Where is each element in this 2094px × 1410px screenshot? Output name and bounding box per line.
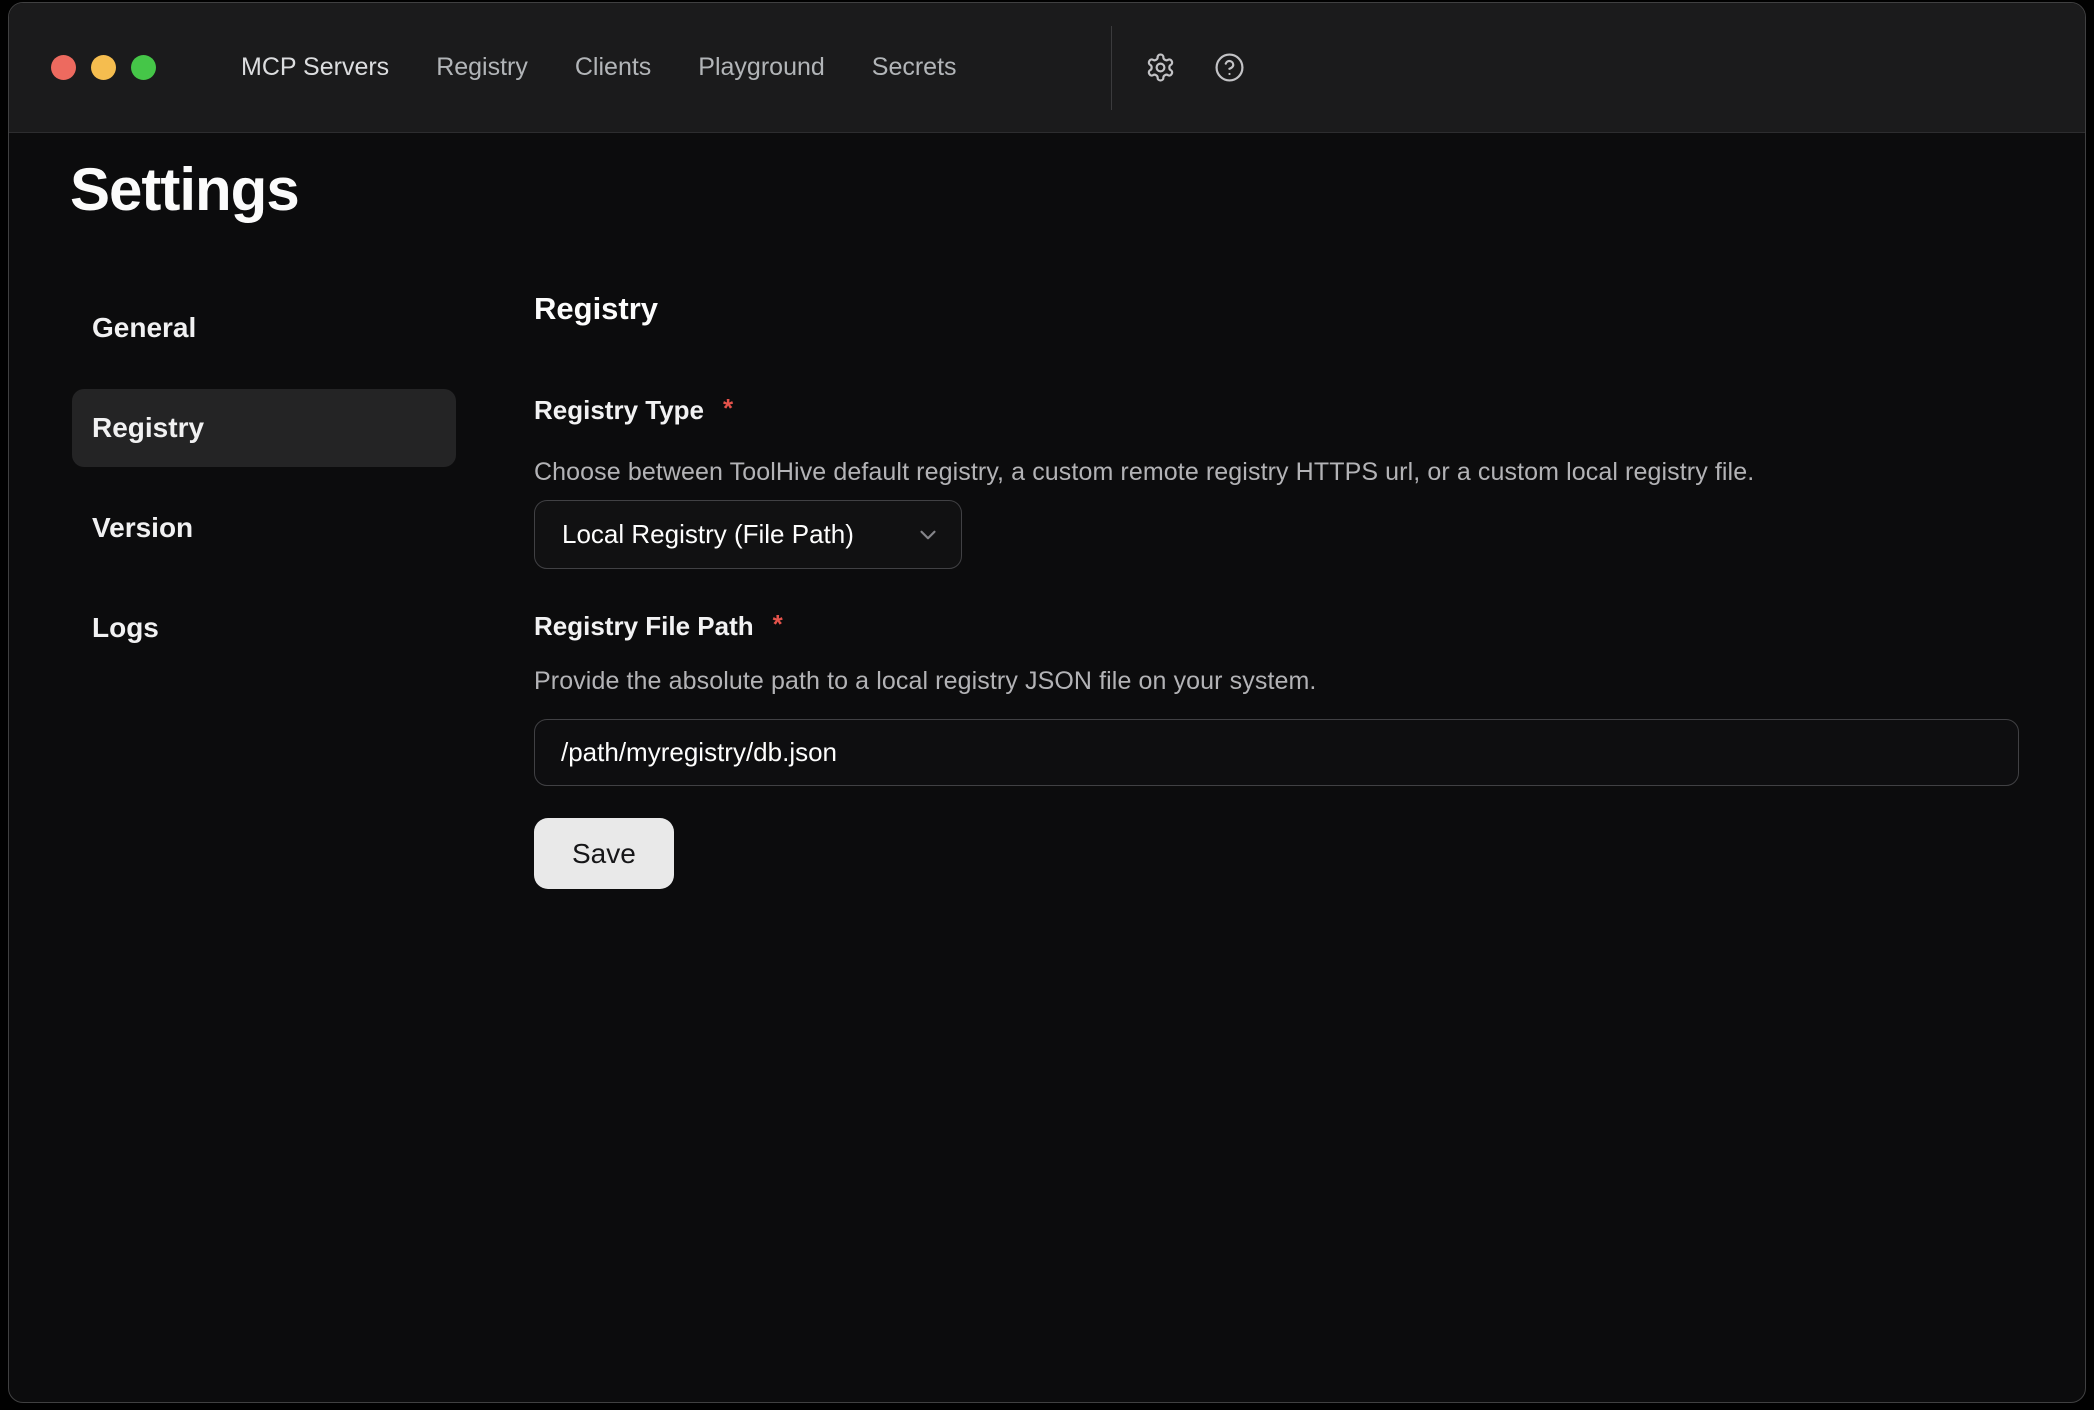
- close-window-button[interactable]: [51, 55, 76, 80]
- registry-type-label-text: Registry Type: [534, 395, 704, 425]
- minimize-window-button[interactable]: [91, 55, 116, 80]
- registry-file-path-label: Registry File Path *: [534, 611, 783, 642]
- sidebar-item-registry[interactable]: Registry: [72, 389, 456, 467]
- top-navigation: MCP Servers Registry Clients Playground …: [241, 3, 957, 132]
- registry-type-description: Choose between ToolHive default registry…: [534, 458, 1754, 487]
- nav-item-mcp-servers[interactable]: MCP Servers: [241, 53, 389, 82]
- nav-item-clients[interactable]: Clients: [575, 53, 651, 82]
- registry-type-select-value: Local Registry (File Path): [562, 519, 854, 550]
- maximize-window-button[interactable]: [131, 55, 156, 80]
- nav-item-registry[interactable]: Registry: [436, 53, 528, 82]
- sidebar-item-general[interactable]: General: [72, 289, 456, 367]
- help-button[interactable]: [1211, 49, 1247, 85]
- app-window: MCP Servers Registry Clients Playground …: [8, 2, 2086, 1403]
- gear-icon: [1145, 52, 1176, 83]
- section-title: Registry: [534, 291, 658, 327]
- settings-sidebar: General Registry Version Logs: [72, 289, 456, 689]
- sidebar-item-version[interactable]: Version: [72, 489, 456, 567]
- traffic-lights: [51, 55, 156, 80]
- registry-type-label: Registry Type *: [534, 395, 733, 426]
- title-bar: MCP Servers Registry Clients Playground …: [9, 3, 2085, 133]
- help-circle-icon: [1214, 52, 1245, 83]
- header-divider: [1111, 26, 1112, 110]
- settings-button[interactable]: [1142, 49, 1178, 85]
- chevron-down-icon: [915, 522, 941, 548]
- sidebar-item-logs[interactable]: Logs: [72, 589, 456, 667]
- registry-file-path-input[interactable]: [534, 719, 2019, 786]
- registry-type-select[interactable]: Local Registry (File Path): [534, 500, 962, 569]
- nav-item-secrets[interactable]: Secrets: [872, 53, 957, 82]
- page-title: Settings: [70, 155, 299, 224]
- nav-item-playground[interactable]: Playground: [698, 53, 824, 82]
- registry-file-path-description: Provide the absolute path to a local reg…: [534, 667, 1316, 696]
- save-button[interactable]: Save: [534, 818, 674, 889]
- registry-file-path-label-text: Registry File Path: [534, 611, 754, 641]
- required-marker: *: [723, 393, 733, 423]
- required-marker: *: [773, 609, 783, 639]
